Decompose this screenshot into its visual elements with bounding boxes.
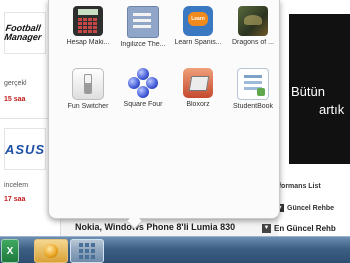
football-manager-logo: Football Manager bbox=[3, 23, 43, 42]
side-link-performance-list[interactable]: rformans List bbox=[276, 183, 321, 190]
taskbar-app-launcher-button[interactable] bbox=[70, 239, 104, 263]
app-launcher-popup: Hesap Maki... İngilizce The... Learn Lea… bbox=[48, 0, 281, 230]
chevron-down-icon: ▼ bbox=[262, 224, 271, 234]
app-label: Fun Switcher bbox=[67, 103, 109, 110]
app-label: Dragons of ... bbox=[231, 39, 275, 46]
side-link-current-guide[interactable]: ▾Güncel Rehbe bbox=[276, 204, 334, 212]
app-tile-learn-spanish[interactable]: Learn Learn Spanis... bbox=[170, 6, 226, 46]
app-label: Hesap Maki... bbox=[66, 39, 110, 46]
app-label: Learn Spanis... bbox=[174, 39, 222, 46]
news-thumbnail-football-manager[interactable]: Football Manager bbox=[4, 12, 46, 54]
dictionary-icon bbox=[127, 6, 159, 38]
app-label: İngilizce The... bbox=[120, 41, 166, 48]
app-tile-english-thesaurus[interactable]: İngilizce The... bbox=[115, 6, 171, 48]
app-tile-calculator[interactable]: Hesap Maki... bbox=[60, 6, 116, 46]
excel-icon: X bbox=[6, 245, 14, 257]
banner-text-line2: artık bbox=[319, 102, 345, 117]
taskbar-app-button[interactable] bbox=[34, 239, 68, 263]
banner-text-line1: Bütün bbox=[291, 84, 325, 99]
news-snippet[interactable]: gerçekl bbox=[4, 80, 27, 87]
news-age: 17 saa bbox=[4, 196, 26, 203]
app-icon bbox=[44, 244, 58, 258]
article-title[interactable]: Nokia, Windows Phone 8'li Lumia 830 bbox=[75, 222, 235, 232]
app-label: StudentBook bbox=[232, 103, 274, 110]
studentbook-icon bbox=[237, 68, 269, 100]
app-tile-fun-switcher[interactable]: Fun Switcher bbox=[60, 68, 116, 110]
app-tile-square-four[interactable]: Square Four bbox=[115, 68, 171, 108]
news-age: 15 saa bbox=[4, 96, 26, 103]
dragon-game-icon bbox=[238, 6, 268, 36]
square-four-icon bbox=[128, 68, 158, 98]
app-label: Square Four bbox=[123, 101, 163, 108]
bloxorz-icon bbox=[183, 68, 213, 98]
promo-banner[interactable]: Bütün artık bbox=[289, 14, 350, 164]
calculator-icon bbox=[73, 6, 103, 36]
asus-logo: ASUS bbox=[4, 141, 46, 157]
switch-icon bbox=[72, 68, 104, 100]
app-tile-studentbook[interactable]: StudentBook bbox=[225, 68, 281, 110]
side-link-latest-guide[interactable]: ▼ En Güncel Rehb bbox=[262, 224, 336, 234]
app-grid-icon bbox=[79, 243, 95, 259]
learn-spanish-icon: Learn bbox=[183, 6, 213, 36]
news-snippet[interactable]: incelem bbox=[4, 182, 28, 189]
news-thumbnail-asus[interactable]: ASUS bbox=[4, 128, 46, 170]
app-tile-bloxorz[interactable]: Bloxorz bbox=[170, 68, 226, 108]
app-tile-dragons[interactable]: Dragons of ... bbox=[225, 6, 281, 46]
app-label: Bloxorz bbox=[186, 101, 210, 108]
taskbar: X bbox=[0, 236, 350, 263]
taskbar-excel-button[interactable]: X bbox=[1, 239, 19, 263]
